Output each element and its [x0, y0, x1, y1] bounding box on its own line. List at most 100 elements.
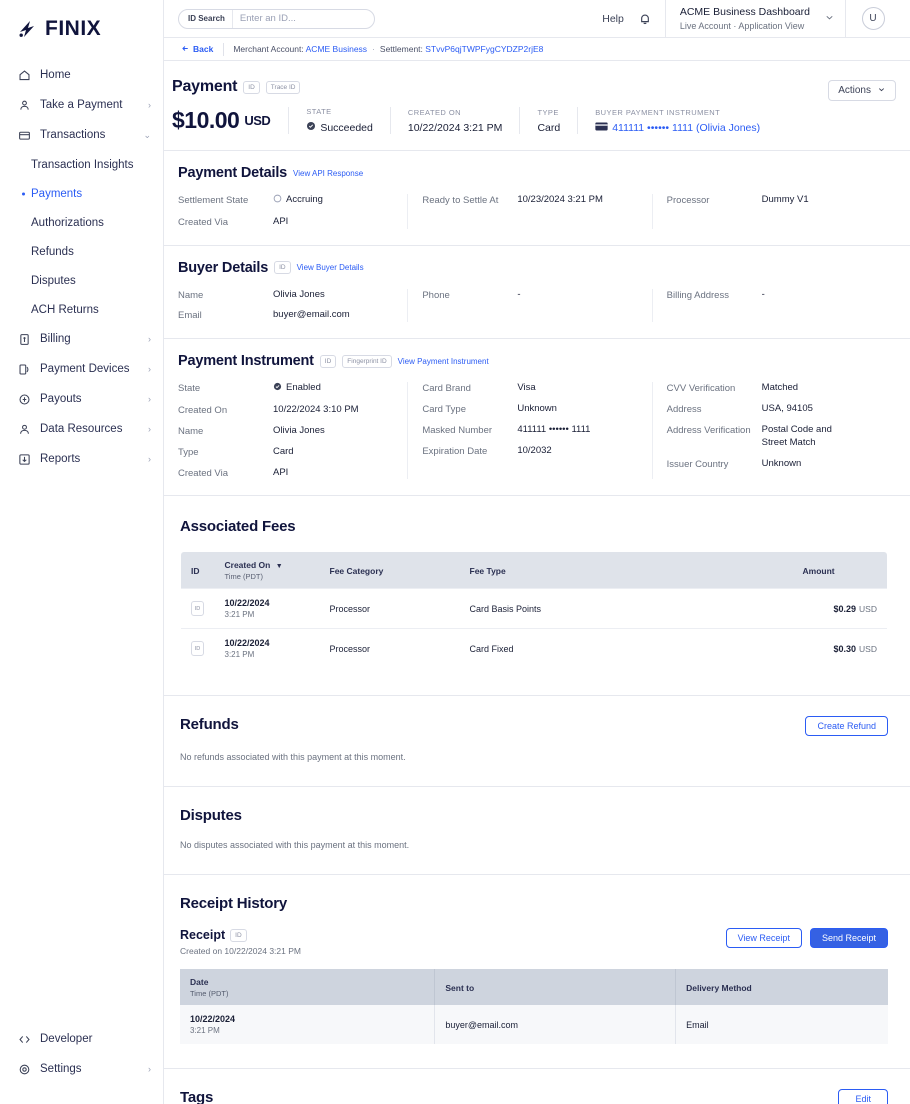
- cell-id: ID: [181, 628, 215, 669]
- detail-column-3: CVV Verification Matched Address USA, 94…: [651, 382, 896, 480]
- sidebar-subitem-label: Payments: [31, 187, 83, 200]
- view-receipt-button[interactable]: View Receipt: [725, 928, 802, 949]
- sidebar-item-ach-returns[interactable]: ACH Returns: [0, 299, 163, 320]
- sidebar-item-data-resources[interactable]: Data Resources ›: [0, 418, 163, 440]
- detail-value: buyer@email.com: [273, 309, 350, 321]
- detail-column-2: Card Brand Visa Card Type Unknown Masked…: [407, 382, 651, 480]
- cell-fee-category: Processor: [319, 628, 460, 669]
- breadcrumb-divider: [223, 42, 225, 56]
- column-header-fee-category[interactable]: Fee Category: [319, 552, 460, 589]
- actions-button[interactable]: Actions: [828, 80, 896, 101]
- receipt-title: Receipt: [180, 928, 226, 943]
- table-row[interactable]: ID 10/22/2024 3:21 PM Processor Card Bas…: [181, 588, 887, 629]
- column-header-date[interactable]: Date Time (PDT): [180, 969, 436, 1006]
- sidebar-item-developer[interactable]: Developer: [0, 1028, 163, 1050]
- column-header-fee-type[interactable]: Fee Type: [459, 552, 793, 589]
- detail-column-3: Billing Address -: [651, 288, 896, 323]
- table-row[interactable]: 10/22/2024 3:21 PM buyer@email.com Email: [180, 1005, 888, 1045]
- sidebar-subitem-label: ACH Returns: [31, 303, 99, 316]
- breadcrumb-settlement-value[interactable]: STvvP6qjTWPFygCYDZP2rjE8: [425, 44, 543, 54]
- detail-row: Billing Address -: [667, 289, 884, 302]
- sidebar-item-settings[interactable]: Settings ›: [0, 1058, 163, 1080]
- help-link[interactable]: Help: [602, 13, 624, 25]
- sidebar-item-refunds[interactable]: Refunds: [0, 241, 163, 262]
- sort-desc-icon[interactable]: ▼: [276, 563, 283, 570]
- sidebar-item-payments[interactable]: Payments: [0, 183, 163, 204]
- column-header-id[interactable]: ID: [181, 552, 215, 589]
- search-input[interactable]: [232, 9, 374, 28]
- payment-trace-id-chip[interactable]: Trace ID: [265, 80, 301, 94]
- logo[interactable]: FINIX: [0, 0, 163, 58]
- content-scroll[interactable]: Payment ID Trace ID $10.00 USD STATE Suc…: [164, 61, 910, 1104]
- sidebar-item-authorizations[interactable]: Authorizations: [0, 212, 163, 233]
- fee-id-chip[interactable]: ID: [191, 601, 204, 617]
- instrument-id-chip[interactable]: ID: [319, 354, 337, 368]
- fee-amount: $0.30: [833, 643, 857, 654]
- payment-instrument-columns: State Enabled Created On 10/22/2024 3:10…: [172, 382, 896, 480]
- receipt-title-row: Receipt ID: [180, 928, 301, 942]
- buyer-id-chip[interactable]: ID: [274, 261, 291, 275]
- view-buyer-details-link[interactable]: View Buyer Details: [297, 263, 364, 272]
- instrument-fingerprint-id-chip[interactable]: Fingerprint ID: [342, 354, 392, 368]
- sidebar-nav: Home Take a Payment › Transactions ⌄ Tra…: [0, 58, 163, 1028]
- sidebar-item-billing[interactable]: Billing ›: [0, 328, 163, 350]
- sidebar-item-label: Data Resources: [40, 423, 123, 435]
- column-header-delivery-method[interactable]: Delivery Method: [675, 969, 888, 1006]
- sidebar-item-transactions[interactable]: Transactions ⌄: [0, 124, 163, 146]
- section-title: Payment Instrument: [178, 353, 314, 370]
- detail-row: CVV Verification Matched: [667, 382, 884, 395]
- send-receipt-button[interactable]: Send Receipt: [809, 928, 888, 949]
- detail-column-2: Phone -: [407, 288, 651, 323]
- view-payment-instrument-link[interactable]: View Payment Instrument: [398, 357, 489, 366]
- breadcrumb-merchant-value[interactable]: ACME Business: [306, 44, 367, 54]
- detail-value: Enabled: [273, 382, 321, 396]
- detail-row: State Enabled: [178, 382, 395, 396]
- sidebar-item-payment-devices[interactable]: Payment Devices ›: [0, 358, 163, 380]
- notification-bell-icon[interactable]: [638, 12, 652, 26]
- payment-id-chip[interactable]: ID: [243, 80, 260, 94]
- sidebar-item-take-a-payment[interactable]: Take a Payment ›: [0, 94, 163, 116]
- sidebar-item-reports[interactable]: Reports ›: [0, 448, 163, 470]
- topbar: ID Search Help ACME Business Dashboard L…: [164, 0, 910, 38]
- detail-label: Address Verification: [666, 424, 751, 436]
- check-circle-icon: [273, 382, 282, 396]
- search-label: ID Search: [179, 9, 233, 28]
- payment-instrument-header: Payment Instrument ID Fingerprint ID Vie…: [172, 353, 896, 369]
- sidebar-item-disputes[interactable]: Disputes: [0, 270, 163, 291]
- section-title: Payment Details: [178, 165, 288, 181]
- chevron-right-icon: ›: [148, 363, 151, 374]
- edit-tags-button[interactable]: Edit: [838, 1089, 888, 1104]
- column-header-sent-to[interactable]: Sent to: [434, 969, 677, 1006]
- fee-id-chip[interactable]: ID: [191, 641, 204, 657]
- cell-fee-type: Card Basis Points: [459, 588, 793, 629]
- account-switcher[interactable]: ACME Business Dashboard Live Account · A…: [664, 0, 846, 38]
- breadcrumb-separator: ·: [372, 44, 375, 54]
- breadcrumb-settlement: Settlement: STvvP6qjTWPFygCYDZP2rjE8: [380, 44, 543, 54]
- avatar[interactable]: U: [861, 7, 885, 30]
- view-api-response-link[interactable]: View API Response: [293, 169, 363, 178]
- create-refund-button[interactable]: Create Refund: [805, 716, 888, 737]
- sidebar-subitem-label: Refunds: [31, 245, 74, 258]
- back-button[interactable]: Back: [171, 44, 223, 55]
- breadcrumb-merchant: Merchant Account: ACME Business: [233, 44, 367, 54]
- payment-title-row: Payment ID Trace ID: [172, 78, 828, 96]
- sidebar-item-label: Payouts: [40, 393, 82, 405]
- sidebar-item-transaction-insights[interactable]: Transaction Insights: [0, 154, 163, 175]
- sidebar-item-payouts[interactable]: Payouts ›: [0, 388, 163, 410]
- detail-label: Name: [178, 289, 204, 301]
- receipt-header: Receipt ID Created on 10/22/2024 3:21 PM…: [180, 928, 888, 956]
- table-row[interactable]: ID 10/22/2024 3:21 PM Processor Card Fix…: [181, 628, 887, 669]
- detail-row: Type Card: [178, 446, 395, 459]
- receipt-created-on: Created on 10/22/2024 3:21 PM: [180, 946, 301, 957]
- receipt-id-chip[interactable]: ID: [230, 928, 247, 942]
- column-header-created-on[interactable]: Created On ▼ Time (PDT): [214, 552, 320, 589]
- column-header-amount[interactable]: Amount: [792, 552, 887, 589]
- tags-section: Tags Edit description: Invoice #107: [164, 1069, 910, 1104]
- sidebar-item-home[interactable]: Home: [0, 64, 163, 86]
- detail-label: Name: [178, 425, 204, 437]
- receipt-date: 10/22/2024: [190, 1014, 236, 1025]
- instrument-link[interactable]: 411111 •••••• 1111 (Olivia Jones): [612, 122, 760, 134]
- sidebar-item-label: Settings: [40, 1063, 82, 1075]
- sidebar-item-label: Payment Devices: [40, 363, 130, 375]
- column-header-label: Date: [190, 977, 209, 988]
